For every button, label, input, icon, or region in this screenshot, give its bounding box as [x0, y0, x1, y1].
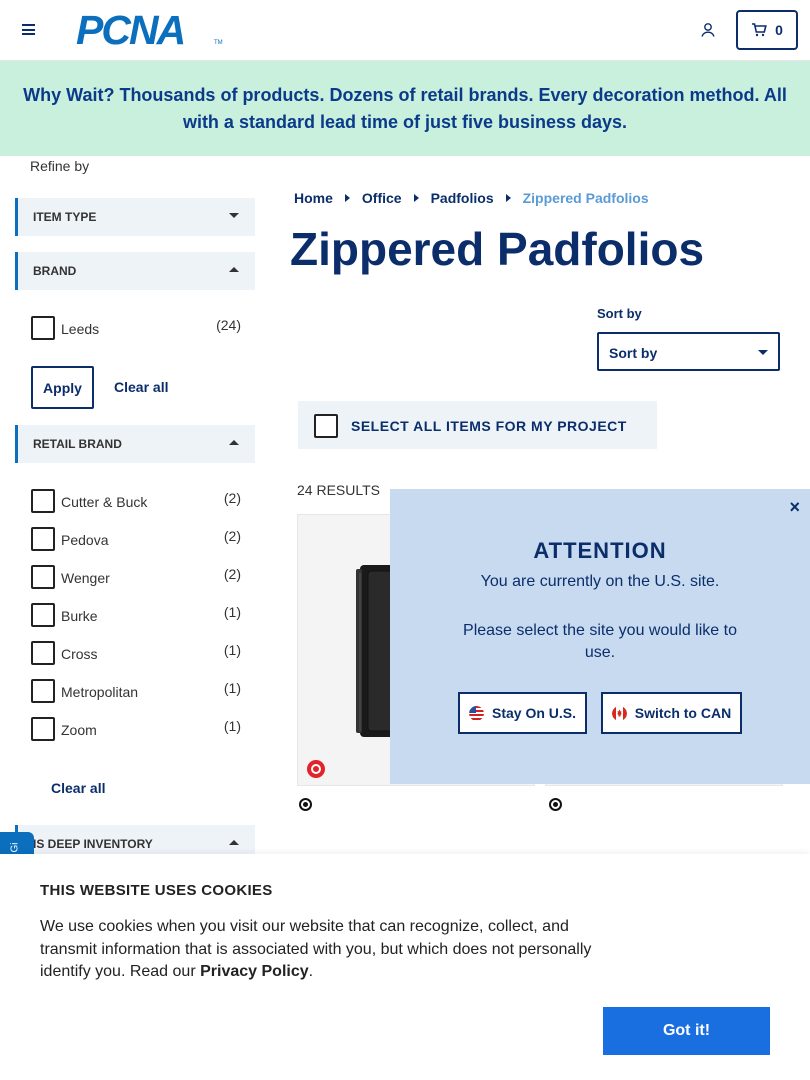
select-all-label: SELECT ALL ITEMS FOR MY PROJECT: [351, 418, 627, 434]
logo-trademark: TM: [214, 40, 223, 46]
facet-option-count: (1): [223, 680, 241, 696]
promo-banner-text: Why Wait? Thousands of products. Dozens …: [23, 84, 787, 132]
facet-checkbox[interactable]: [31, 316, 55, 340]
facet-retail-brand-label: RETAIL BRAND: [33, 437, 122, 451]
clear-all-brand-link[interactable]: Clear all: [114, 379, 168, 395]
stay-on-us-button[interactable]: Stay On U.S.: [458, 692, 587, 734]
color-swatch-black[interactable]: [549, 798, 562, 811]
facet-retail-brand[interactable]: RETAIL BRAND: [15, 425, 255, 463]
facet-option-label: Burke: [61, 608, 98, 624]
breadcrumb-separator-icon: [344, 194, 350, 202]
facet-option-burke[interactable]: Burke (1): [31, 603, 246, 629]
facet-option-count: (2): [223, 566, 241, 582]
cookie-banner: THIS WEBSITE USES COOKIES We use cookies…: [0, 854, 810, 1080]
sort-select-value: Sort by: [609, 345, 658, 361]
stay-on-us-label: Stay On U.S.: [491, 705, 577, 721]
breadcrumb-home[interactable]: Home: [294, 190, 333, 206]
facet-option-label: Metropolitan: [61, 684, 139, 700]
facet-brand-label: BRAND: [33, 264, 77, 278]
sort-select[interactable]: Sort by: [597, 332, 780, 371]
facet-option-count: (2): [223, 490, 241, 506]
page-title: Zippered Padfolios: [290, 223, 705, 275]
facet-deep-inventory-label: IS DEEP INVENTORY: [33, 837, 153, 851]
chevron-up-icon: [229, 440, 239, 445]
facet-brand[interactable]: BRAND: [15, 252, 255, 290]
cookie-text: We use cookies when you visit our websit…: [40, 916, 600, 984]
clear-all-retail-brand-link[interactable]: Clear all: [51, 780, 105, 796]
facet-checkbox[interactable]: [31, 603, 55, 627]
switch-to-can-button[interactable]: Switch to CAN: [601, 692, 742, 734]
cookie-title: THIS WEBSITE USES COOKIES: [40, 882, 273, 899]
got-it-button[interactable]: Got it!: [603, 1007, 770, 1055]
facet-checkbox[interactable]: [31, 565, 55, 589]
modal-line1: You are currently on the U.S. site.: [480, 573, 720, 590]
facet-option-metropolitan[interactable]: Metropolitan (1): [31, 679, 246, 705]
sort-label: Sort by: [597, 306, 642, 321]
color-swatch-black[interactable]: [299, 798, 312, 811]
facet-option-label: Wenger: [61, 570, 110, 586]
facet-option-label: Cross: [61, 646, 98, 662]
retail-badge-icon: [307, 760, 325, 778]
cookie-body: We use cookies when you visit our websit…: [40, 918, 592, 980]
cart-button[interactable]: 0: [736, 10, 798, 50]
facet-checkbox[interactable]: [31, 679, 55, 703]
site-header: PCNA TM 0: [0, 0, 810, 61]
facet-option-leeds[interactable]: Leeds (24): [31, 316, 246, 342]
cookie-period: .: [308, 963, 314, 980]
refine-by-label: Refine by: [30, 158, 90, 174]
select-all-items[interactable]: SELECT ALL ITEMS FOR MY PROJECT: [298, 401, 657, 449]
breadcrumb: Home Office Padfolios Zippered Padfolios: [294, 190, 649, 206]
facet-option-count: (1): [223, 642, 241, 658]
facet-option-count: (1): [223, 604, 241, 620]
breadcrumb-padfolios[interactable]: Padfolios: [431, 190, 494, 206]
facet-item-type-label: ITEM TYPE: [33, 210, 97, 224]
site-selection-modal: × ATTENTION You are currently on the U.S…: [390, 489, 810, 784]
apply-button[interactable]: Apply: [31, 366, 94, 409]
account-icon[interactable]: [700, 22, 716, 38]
breadcrumb-current: Zippered Padfolios: [522, 190, 649, 206]
modal-line2: Please select the site you would like to…: [463, 622, 737, 661]
modal-title: ATTENTION: [533, 538, 667, 563]
facet-option-cross[interactable]: Cross (1): [31, 641, 246, 667]
cart-count: 0: [775, 22, 783, 38]
facet-option-count: (1): [223, 718, 241, 734]
facet-checkbox[interactable]: [31, 717, 55, 741]
breadcrumb-separator-icon: [505, 194, 511, 202]
promo-banner: Why Wait? Thousands of products. Dozens …: [0, 61, 810, 156]
side-tab-label: Gi: [9, 842, 21, 853]
facet-option-cutter-buck[interactable]: Cutter & Buck (2): [31, 489, 246, 515]
chevron-down-icon: [229, 213, 239, 218]
facet-option-count: (2): [223, 528, 241, 544]
pcna-logo[interactable]: PCNA: [76, 10, 186, 51]
chevron-up-icon: [229, 840, 239, 845]
cart-icon: [752, 23, 767, 37]
facet-option-count: (24): [216, 317, 241, 333]
facet-option-label: Leeds: [61, 321, 100, 337]
us-flag-icon: [468, 705, 484, 721]
chevron-down-icon: [758, 350, 768, 355]
facet-option-wenger[interactable]: Wenger (2): [31, 565, 246, 591]
switch-to-can-label: Switch to CAN: [634, 705, 732, 721]
breadcrumb-separator-icon: [413, 194, 419, 202]
facet-option-label: Pedova: [61, 532, 109, 548]
canada-flag-icon: [611, 705, 627, 721]
facet-checkbox[interactable]: [31, 641, 55, 665]
hamburger-menu-icon[interactable]: [22, 24, 35, 35]
close-icon[interactable]: ×: [789, 497, 800, 518]
select-all-checkbox[interactable]: [314, 414, 338, 438]
facet-checkbox[interactable]: [31, 489, 55, 513]
facet-option-pedova[interactable]: Pedova (2): [31, 527, 246, 553]
facet-option-zoom[interactable]: Zoom (1): [31, 717, 246, 743]
chevron-up-icon: [229, 267, 239, 272]
facet-option-label: Cutter & Buck: [61, 494, 148, 510]
results-count: 24 RESULTS: [297, 482, 380, 498]
facet-option-label: Zoom: [61, 722, 97, 738]
breadcrumb-office[interactable]: Office: [362, 190, 402, 206]
facet-item-type[interactable]: ITEM TYPE: [15, 198, 255, 236]
privacy-policy-link[interactable]: Privacy Policy: [200, 963, 309, 980]
facet-checkbox[interactable]: [31, 527, 55, 551]
